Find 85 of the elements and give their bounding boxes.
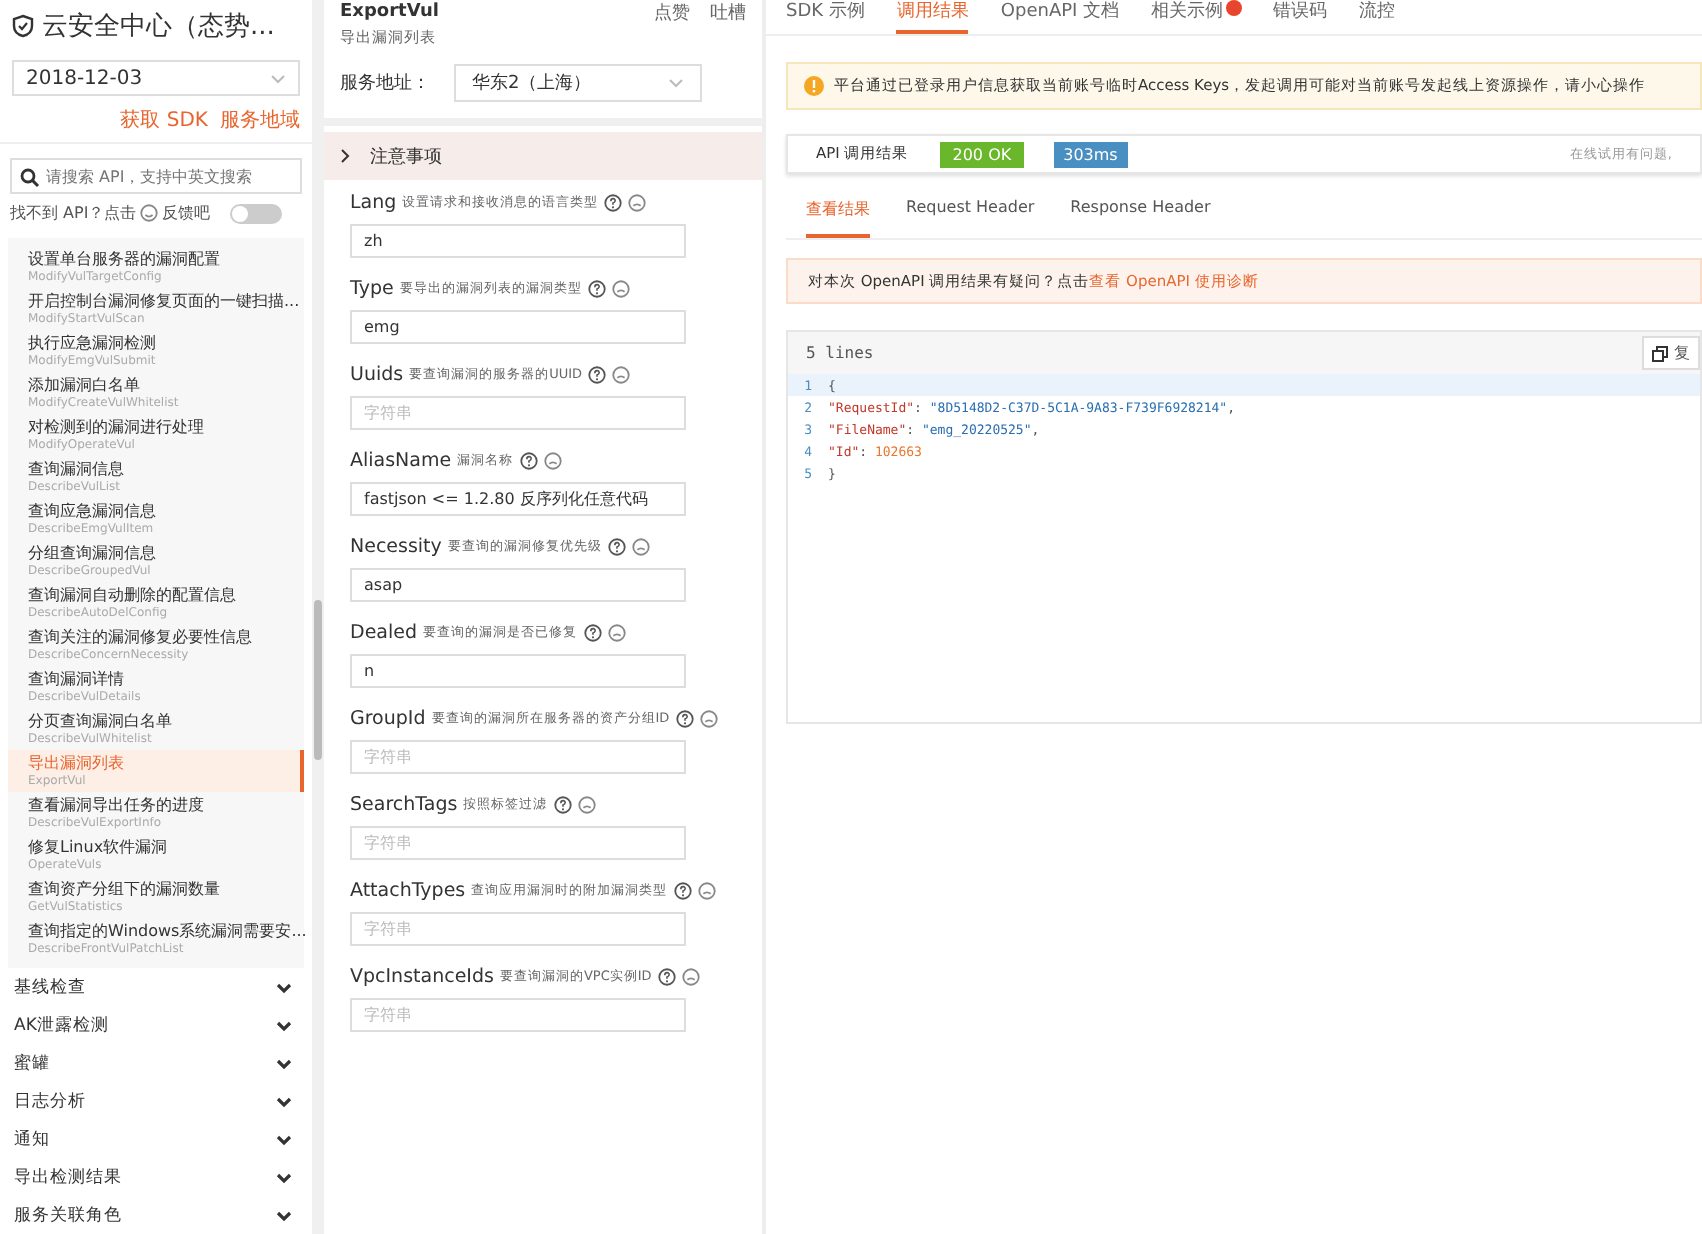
chevron-icon [270,73,286,83]
param-input[interactable]: asap [350,568,686,602]
smiley-icon[interactable] [612,366,631,384]
endpoint-select[interactable]: 华东2（上海） [454,64,702,102]
scrollbar-thumb[interactable] [314,600,322,760]
smiley-icon[interactable] [607,624,625,642]
like-button[interactable]: 点赞 [654,0,690,25]
category-item[interactable]: 蜜罐 [0,1044,312,1082]
param-name: GroupId [350,708,426,730]
param-name: Uuids [350,364,404,386]
hint-text: 找不到 API？点击 [10,202,137,224]
complain-button[interactable]: 吐槽 [710,0,746,25]
tab[interactable]: 相关示例 [1151,0,1242,30]
param-input[interactable]: 字符串 [350,998,686,1032]
result-tab[interactable]: Response Header [1070,198,1211,238]
help-icon[interactable] [675,710,694,728]
date-select[interactable]: 2018-12-03 [12,60,300,96]
chevron-icon [276,1209,292,1221]
chevron-icon [340,148,350,164]
param-name: Lang [350,192,397,214]
smiley-icon [140,204,159,222]
param-input[interactable]: 字符串 [350,396,686,430]
help-icon[interactable] [673,882,692,900]
smiley-icon[interactable] [628,194,647,212]
param-name: SearchTags [350,794,458,816]
smiley-icon[interactable] [611,280,630,298]
status-badge: 200 OK [940,141,1024,167]
api-name: ExportVul [340,2,439,22]
chevron-icon [276,1171,292,1183]
param-input[interactable]: fastjson <= 1.2.80 反序列化任意代码 [350,482,686,516]
param-name: Necessity [350,536,442,558]
param-input[interactable]: zh [350,224,686,258]
search-field[interactable]: 请搜索 API，支持中英文搜索 [10,158,302,194]
notice-bar[interactable]: 注意事项 [324,132,762,180]
shield-icon [12,14,34,38]
category-item[interactable]: 通知 [0,1120,312,1158]
help-icon[interactable] [553,796,572,814]
help-icon[interactable] [607,538,626,556]
param-name: AttachTypes [350,880,466,902]
chevron-icon [276,1095,292,1107]
feedback-link[interactable]: 反馈吧 [162,202,211,224]
help-icon[interactable] [657,968,676,986]
category-item[interactable]: AK泄露检测 [0,1006,312,1044]
endpoint-label: 服务地址： [340,71,430,96]
smiley-icon[interactable] [543,452,562,470]
category-item[interactable]: 导出检测结果 [0,1158,312,1196]
smiley-icon[interactable] [577,796,596,814]
copy-icon [1652,345,1668,361]
time-badge: 303ms [1053,141,1128,167]
chevron-icon [668,78,684,88]
help-icon[interactable] [588,366,607,384]
chevron-icon [276,1057,292,1069]
warning-icon [804,76,824,96]
category-item[interactable]: 日志分析 [0,1082,312,1120]
category-item[interactable]: 服务关联角色 [0,1196,312,1234]
tab[interactable]: OpenAPI 文档 [1000,0,1120,30]
help-icon[interactable] [583,624,601,642]
help-icon[interactable] [519,452,538,470]
param-name: Type [350,278,394,300]
toggle-switch[interactable] [230,203,283,223]
category-item[interactable]: 基线检查 [0,968,312,1006]
param-input[interactable]: n [350,654,686,688]
tab[interactable]: 错误码 [1273,0,1328,30]
smiley-icon[interactable] [631,538,650,556]
chevron-icon [276,981,292,993]
param-input[interactable]: 字符串 [350,826,686,860]
chevron-icon [276,1133,292,1145]
tab[interactable]: 流控 [1359,0,1396,30]
copy-button[interactable]: 复 [1642,336,1700,370]
result-tab[interactable]: Request Header [906,198,1035,238]
help-icon[interactable] [587,280,606,298]
param-name: Dealed [350,622,417,644]
tab[interactable]: SDK 示例 [786,0,865,30]
param-input[interactable]: emg [350,310,686,344]
param-name: VpcInstanceIds [350,966,494,988]
smiley-icon[interactable] [699,710,718,728]
param-input[interactable]: 字符串 [350,912,686,946]
line-count: 5 lines [806,344,874,362]
smiley-icon[interactable] [681,968,700,986]
chevron-icon [276,1019,292,1031]
smiley-icon[interactable] [697,882,716,900]
product-title: 云安全中心（态势... [42,10,275,44]
param-name: AliasName [350,450,452,472]
param-input[interactable]: 字符串 [350,740,686,774]
help-icon[interactable] [604,194,623,212]
